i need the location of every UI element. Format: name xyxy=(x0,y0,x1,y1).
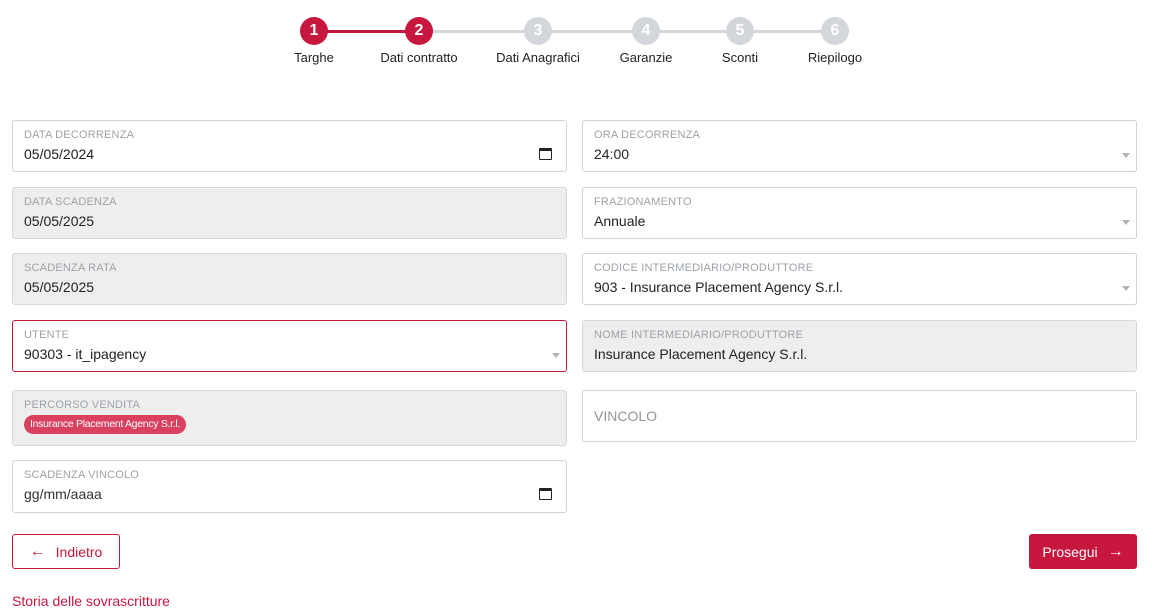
ora-decorrenza-select[interactable]: ORA DECORRENZA 24:00 xyxy=(582,120,1137,172)
field-value: 05/05/2024 xyxy=(24,146,95,162)
scadenza-vincolo-field[interactable]: SCADENZA VINCOLO gg/mm/aaaa xyxy=(12,460,567,513)
step-riepilogo: 6 Riepilogo xyxy=(765,17,905,65)
field-value: 05/05/2025 xyxy=(24,279,95,295)
percorso-vendita-chip: Insurance Placement Agency S.r.l. xyxy=(24,415,187,434)
scadenza-rata-field: SCADENZA RATA 05/05/2025 xyxy=(12,253,567,305)
percorso-vendita-field: PERCORSO VENDITA Insurance Placement Age… xyxy=(12,390,567,446)
field-label: ORA DECORRENZA xyxy=(594,129,701,141)
field-value: Annuale xyxy=(594,213,646,229)
step-number: 6 xyxy=(821,17,849,45)
next-button[interactable]: Prosegui → xyxy=(1029,534,1137,569)
codice-intermediario-select[interactable]: CODICE INTERMEDIARIO/PRODUTTORE 903 - In… xyxy=(582,253,1137,305)
field-label: SCADENZA VINCOLO xyxy=(24,469,140,481)
step-number: 3 xyxy=(524,17,552,45)
field-label: DATA DECORRENZA xyxy=(24,129,135,141)
field-label: UTENTE xyxy=(24,329,70,341)
step-number: 2 xyxy=(405,17,433,45)
calendar-icon[interactable] xyxy=(539,148,552,160)
progress-stepper: 1 Targhe 2 Dati contratto 3 Dati Anagraf… xyxy=(0,17,1162,77)
data-decorrenza-field[interactable]: DATA DECORRENZA 05/05/2024 xyxy=(12,120,567,172)
caret-down-icon xyxy=(1122,153,1130,158)
field-label: NOME INTERMEDIARIO/PRODUTTORE xyxy=(594,329,804,341)
field-value: 24:00 xyxy=(594,146,630,162)
field-label: PERCORSO VENDITA xyxy=(24,399,141,411)
field-label: VINCOLO xyxy=(594,408,658,424)
back-button-label: Indietro xyxy=(55,543,103,560)
field-label: SCADENZA RATA xyxy=(24,262,117,274)
data-scadenza-field: DATA SCADENZA 05/05/2025 xyxy=(12,187,567,239)
frazionamento-select[interactable]: FRAZIONAMENTO Annuale xyxy=(582,187,1137,239)
step-number: 1 xyxy=(300,17,328,45)
arrow-left-icon: ← xyxy=(29,542,46,560)
arrow-right-icon: → xyxy=(1107,542,1124,560)
field-value: 90303 - it_ipagency xyxy=(24,346,147,362)
field-label: DATA SCADENZA xyxy=(24,196,117,208)
history-link[interactable]: Storia delle sovrascritture xyxy=(12,593,170,609)
field-label: FRAZIONAMENTO xyxy=(594,196,692,208)
back-button[interactable]: ← Indietro xyxy=(12,534,120,569)
field-value: 05/05/2025 xyxy=(24,213,95,229)
caret-down-icon xyxy=(552,353,560,358)
field-value: Insurance Placement Agency S.r.l. xyxy=(594,346,808,362)
step-number: 4 xyxy=(632,17,660,45)
calendar-icon[interactable] xyxy=(539,488,552,500)
vincolo-field[interactable]: VINCOLO xyxy=(582,390,1137,442)
step-number: 5 xyxy=(726,17,754,45)
caret-down-icon xyxy=(1122,286,1130,291)
field-label: CODICE INTERMEDIARIO/PRODUTTORE xyxy=(594,262,814,274)
next-button-label: Prosegui xyxy=(1042,543,1098,560)
step-label: Riepilogo xyxy=(807,50,863,65)
nome-intermediario-field: NOME INTERMEDIARIO/PRODUTTORE Insurance … xyxy=(582,320,1137,372)
field-placeholder: gg/mm/aaaa xyxy=(24,486,102,502)
caret-down-icon xyxy=(1122,220,1130,225)
utente-select[interactable]: UTENTE 90303 - it_ipagency xyxy=(12,320,567,372)
field-value: 903 - Insurance Placement Agency S.r.l. xyxy=(594,279,844,295)
